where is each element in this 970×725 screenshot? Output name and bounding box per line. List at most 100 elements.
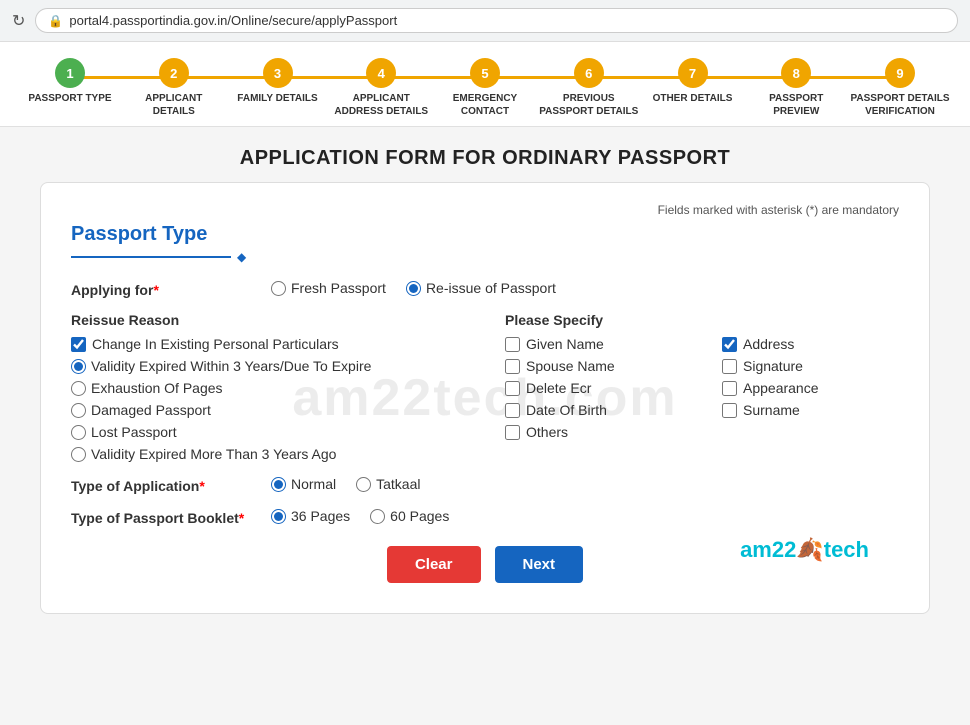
applying-for-label: Applying for*	[71, 280, 271, 298]
applying-for-options: Fresh Passport Re-issue of Passport	[271, 280, 556, 296]
step-circle-3: 3	[263, 58, 293, 88]
step-label-7: OTHER DETAILS	[653, 92, 733, 105]
specify-grid: Given Name Address Spouse Name Signature	[505, 336, 899, 440]
url-text: portal4.passportindia.gov.in/Online/secu…	[69, 13, 397, 28]
step-label-4: APPLICANT ADDRESS DETAILS	[331, 92, 431, 118]
please-specify-col: Please Specify Given Name Address Spouse…	[505, 312, 899, 462]
specify-signature[interactable]: Signature	[722, 358, 899, 374]
reason-validity-expired-input[interactable]	[71, 359, 86, 374]
form-container: am22tech.com Fields marked with asterisk…	[40, 182, 930, 614]
step-3[interactable]: 3 FAMILY DETAILS	[228, 58, 328, 105]
reason-change-personal-label: Change In Existing Personal Particulars	[92, 336, 339, 352]
specify-appearance-input[interactable]	[722, 381, 737, 396]
reason-validity-expired-label: Validity Expired Within 3 Years/Due To E…	[91, 358, 371, 374]
branding: am22🍂tech	[740, 537, 869, 563]
specify-surname[interactable]: Surname	[722, 402, 899, 418]
divider-line	[71, 256, 231, 258]
application-type-options: Normal Tatkaal	[271, 476, 420, 492]
specify-appearance[interactable]: Appearance	[722, 380, 899, 396]
brand-text-1: am22	[740, 537, 796, 562]
passport-booklet-options: 36 Pages 60 Pages	[271, 508, 449, 524]
reason-lost-input[interactable]	[71, 425, 86, 440]
step-circle-6: 6	[574, 58, 604, 88]
specify-surname-label: Surname	[743, 402, 800, 418]
radio-normal-input[interactable]	[271, 477, 286, 492]
step-4[interactable]: 4 APPLICANT ADDRESS DETAILS	[331, 58, 431, 118]
specify-address-input[interactable]	[722, 337, 737, 352]
specify-address-label: Address	[743, 336, 794, 352]
radio-60pages[interactable]: 60 Pages	[370, 508, 449, 524]
step-circle-4: 4	[366, 58, 396, 88]
specify-delete-ecr[interactable]: Delete Ecr	[505, 380, 682, 396]
radio-fresh-passport[interactable]: Fresh Passport	[271, 280, 386, 296]
specify-spouse-name-input[interactable]	[505, 359, 520, 374]
step-5[interactable]: 5 EMERGENCY CONTACT	[435, 58, 535, 118]
section-divider: ◆	[71, 250, 899, 264]
reason-change-personal-input[interactable]	[71, 337, 86, 352]
application-type-row: Type of Application* Normal Tatkaal	[71, 476, 899, 494]
reason-change-personal[interactable]: Change In Existing Personal Particulars	[71, 336, 465, 352]
radio-tatkaal-input[interactable]	[356, 477, 371, 492]
specify-date-of-birth-input[interactable]	[505, 403, 520, 418]
radio-60pages-label: 60 Pages	[390, 508, 449, 524]
radio-36pages-label: 36 Pages	[291, 508, 350, 524]
radio-tatkaal[interactable]: Tatkaal	[356, 476, 420, 492]
reason-validity-3years-input[interactable]	[71, 447, 86, 462]
step-9[interactable]: 9 PASSPORT DETAILS VERIFICATION	[850, 58, 950, 118]
mandatory-note: Fields marked with asterisk (*) are mand…	[71, 203, 899, 217]
radio-fresh-input[interactable]	[271, 281, 286, 296]
specify-given-name-input[interactable]	[505, 337, 520, 352]
clear-button[interactable]: Clear	[387, 546, 481, 583]
specify-spouse-name-label: Spouse Name	[526, 358, 615, 374]
reason-exhaustion[interactable]: Exhaustion Of Pages	[71, 380, 465, 396]
specify-surname-input[interactable]	[722, 403, 737, 418]
specify-delete-ecr-input[interactable]	[505, 381, 520, 396]
step-6[interactable]: 6 PREVIOUS PASSPORT DETAILS	[539, 58, 639, 118]
reason-damaged[interactable]: Damaged Passport	[71, 402, 465, 418]
reason-lost[interactable]: Lost Passport	[71, 424, 465, 440]
radio-normal[interactable]: Normal	[271, 476, 336, 492]
reason-validity-3years[interactable]: Validity Expired More Than 3 Years Ago	[71, 446, 465, 462]
radio-fresh-label: Fresh Passport	[291, 280, 386, 296]
step-label-3: FAMILY DETAILS	[237, 92, 317, 105]
radio-reissue-passport[interactable]: Re-issue of Passport	[406, 280, 556, 296]
refresh-icon[interactable]: ↻	[12, 11, 25, 31]
step-circle-8: 8	[781, 58, 811, 88]
specify-others-input[interactable]	[505, 425, 520, 440]
radio-60pages-input[interactable]	[370, 509, 385, 524]
step-circle-7: 7	[678, 58, 708, 88]
radio-reissue-input[interactable]	[406, 281, 421, 296]
step-circle-2: 2	[159, 58, 189, 88]
specify-given-name[interactable]: Given Name	[505, 336, 682, 352]
step-7[interactable]: 7 OTHER DETAILS	[643, 58, 743, 105]
form-content: Fields marked with asterisk (*) are mand…	[71, 203, 899, 583]
address-bar: 🔒 portal4.passportindia.gov.in/Online/se…	[35, 8, 958, 33]
radio-36pages[interactable]: 36 Pages	[271, 508, 350, 524]
radio-reissue-label: Re-issue of Passport	[426, 280, 556, 296]
specify-address[interactable]: Address	[722, 336, 899, 352]
reason-exhaustion-input[interactable]	[71, 381, 86, 396]
specify-delete-ecr-label: Delete Ecr	[526, 380, 591, 396]
reissue-reason-title: Reissue Reason	[71, 312, 465, 328]
please-specify-title: Please Specify	[505, 312, 899, 328]
reissue-reason-col: Reissue Reason Change In Existing Person…	[71, 312, 465, 462]
step-2[interactable]: 2 APPLICANT DETAILS	[124, 58, 224, 118]
reason-lost-label: Lost Passport	[91, 424, 177, 440]
step-8[interactable]: 8 PASSPORT PREVIEW	[746, 58, 846, 118]
reason-damaged-input[interactable]	[71, 403, 86, 418]
reason-validity-expired[interactable]: Validity Expired Within 3 Years/Due To E…	[71, 358, 465, 374]
specify-spouse-name[interactable]: Spouse Name	[505, 358, 682, 374]
step-circle-1: 1	[55, 58, 85, 88]
next-button[interactable]: Next	[495, 546, 584, 583]
specify-signature-input[interactable]	[722, 359, 737, 374]
step-circle-5: 5	[470, 58, 500, 88]
specify-date-of-birth[interactable]: Date Of Birth	[505, 402, 682, 418]
specify-others[interactable]: Others	[505, 424, 682, 440]
brand-text-2: tech	[824, 537, 869, 562]
reason-exhaustion-label: Exhaustion Of Pages	[91, 380, 223, 396]
radio-36pages-input[interactable]	[271, 509, 286, 524]
step-label-1: PASSPORT TYPE	[28, 92, 111, 105]
step-circle-9: 9	[885, 58, 915, 88]
step-label-5: EMERGENCY CONTACT	[435, 92, 535, 118]
step-1[interactable]: 1 PASSPORT TYPE	[20, 58, 120, 105]
